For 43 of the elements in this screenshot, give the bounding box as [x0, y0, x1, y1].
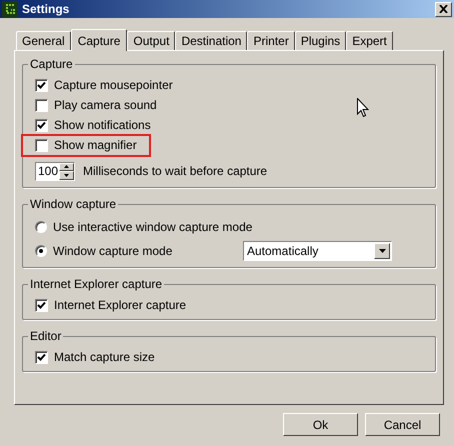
radio-label[interactable]: Use interactive window capture mode [53, 218, 252, 236]
close-button[interactable] [435, 2, 452, 16]
checkbox[interactable] [35, 138, 48, 152]
dropdown-arrow-button[interactable] [374, 243, 390, 259]
tab[interactable]: Capture [70, 29, 128, 51]
checkbox-label[interactable]: Show magnifier [54, 136, 137, 154]
spin-up-button[interactable] [59, 162, 74, 171]
down-arrow-icon [64, 174, 69, 177]
up-arrow-icon [64, 165, 69, 168]
dialog-button[interactable]: Cancel [365, 413, 440, 436]
checkbox[interactable] [35, 98, 48, 112]
number-spinner[interactable]: 100 [35, 162, 75, 180]
checkbox[interactable] [35, 350, 48, 364]
checkbox[interactable] [35, 118, 48, 132]
window-title: Settings [22, 1, 70, 18]
checkbox[interactable] [35, 78, 48, 92]
tab[interactable]: Plugins [294, 31, 346, 50]
dialog-button[interactable]: Ok [283, 413, 358, 436]
group-title: Internet Explorer capture [29, 276, 164, 293]
checkbox[interactable] [35, 298, 48, 312]
checkbox-label[interactable]: Match capture size [54, 348, 155, 366]
group-title: Editor [29, 328, 62, 345]
tab[interactable]: Printer [247, 31, 295, 50]
tab[interactable]: Expert [346, 31, 393, 50]
caret-icon [378, 249, 386, 253]
close-icon [439, 5, 448, 13]
tab[interactable]: Destination [175, 31, 248, 50]
checkbox-label[interactable]: Internet Explorer capture [54, 296, 186, 314]
spin-down-button[interactable] [59, 171, 74, 180]
checkbox-label[interactable]: Capture mousepointer [54, 76, 173, 94]
tab[interactable]: Output [127, 31, 176, 50]
radio-label[interactable]: Window capture mode [53, 242, 172, 260]
group-title: Capture [29, 56, 74, 73]
checkbox-label[interactable]: Play camera sound [54, 96, 157, 114]
group-title: Window capture [29, 196, 118, 213]
tab[interactable]: General [16, 31, 71, 50]
radio-button[interactable] [35, 221, 47, 233]
checkbox-label[interactable]: Show notifications [54, 116, 151, 134]
spinner-label: Milliseconds to wait before capture [83, 163, 268, 180]
radio-button[interactable] [35, 245, 47, 257]
cursor-icon [357, 98, 369, 118]
dropdown[interactable]: Automatically [243, 241, 392, 261]
app-icon [2, 1, 18, 17]
